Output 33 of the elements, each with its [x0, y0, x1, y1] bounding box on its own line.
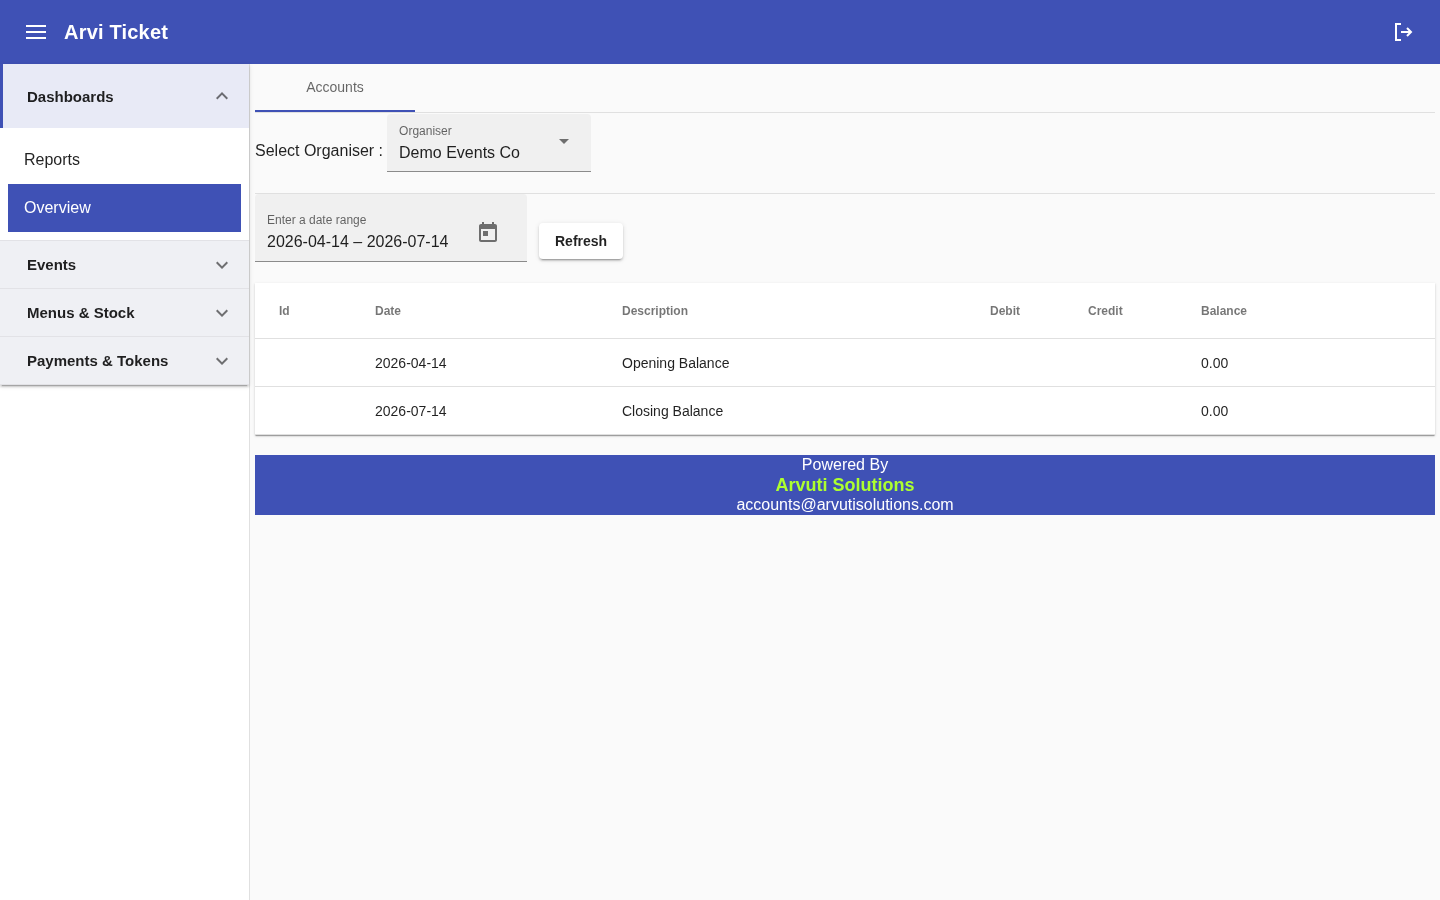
sidebar-section-header[interactable]: Payments & Tokens: [0, 337, 249, 385]
sidebar-item[interactable]: Reports: [8, 136, 241, 184]
chevron-down-icon: [216, 260, 228, 269]
contact-email: accounts@arvutisolutions.com: [736, 495, 954, 515]
table-cell: 0.00: [1201, 354, 1229, 371]
column-header: Id: [279, 303, 290, 318]
table-cell: Opening Balance: [622, 354, 730, 371]
dropdown-arrow-icon: [559, 139, 570, 144]
tab[interactable]: Accounts: [255, 64, 415, 112]
column-header: Balance: [1201, 303, 1248, 318]
chevron-up-icon: [216, 92, 228, 100]
table-cell: 2026-07-14: [375, 402, 447, 419]
sidebar-section-header[interactable]: Menus & Stock: [0, 289, 249, 337]
column-header: Date: [375, 303, 401, 318]
column-header: Debit: [990, 303, 1020, 318]
column-header: Description: [622, 303, 688, 318]
date-range-field[interactable]: Enter a date range 2026-04-14 – 2026-07-14: [255, 194, 527, 262]
company-name: Arvuti Solutions: [775, 475, 915, 495]
organiser-select[interactable]: Organiser Demo Events Co: [387, 114, 592, 172]
chevron-down-icon: [216, 308, 228, 317]
column-header: Credit: [1088, 303, 1123, 318]
sidebar-section-header[interactable]: Dashboards: [0, 64, 249, 128]
powered-by-text: Powered By: [801, 455, 889, 475]
calendar-icon[interactable]: [479, 222, 497, 242]
chevron-down-icon: [216, 356, 228, 365]
sidebar-item[interactable]: Overview: [8, 184, 241, 232]
app-title: Arvi Ticket: [64, 20, 169, 44]
table-cell: 2026-04-14: [375, 354, 447, 371]
refresh-button[interactable]: Refresh: [539, 223, 624, 259]
organiser-label: Select Organiser :: [255, 142, 384, 160]
table-cell: Closing Balance: [622, 402, 724, 419]
sidebar-section-header[interactable]: Events: [0, 241, 249, 289]
table-cell: 0.00: [1201, 402, 1229, 419]
